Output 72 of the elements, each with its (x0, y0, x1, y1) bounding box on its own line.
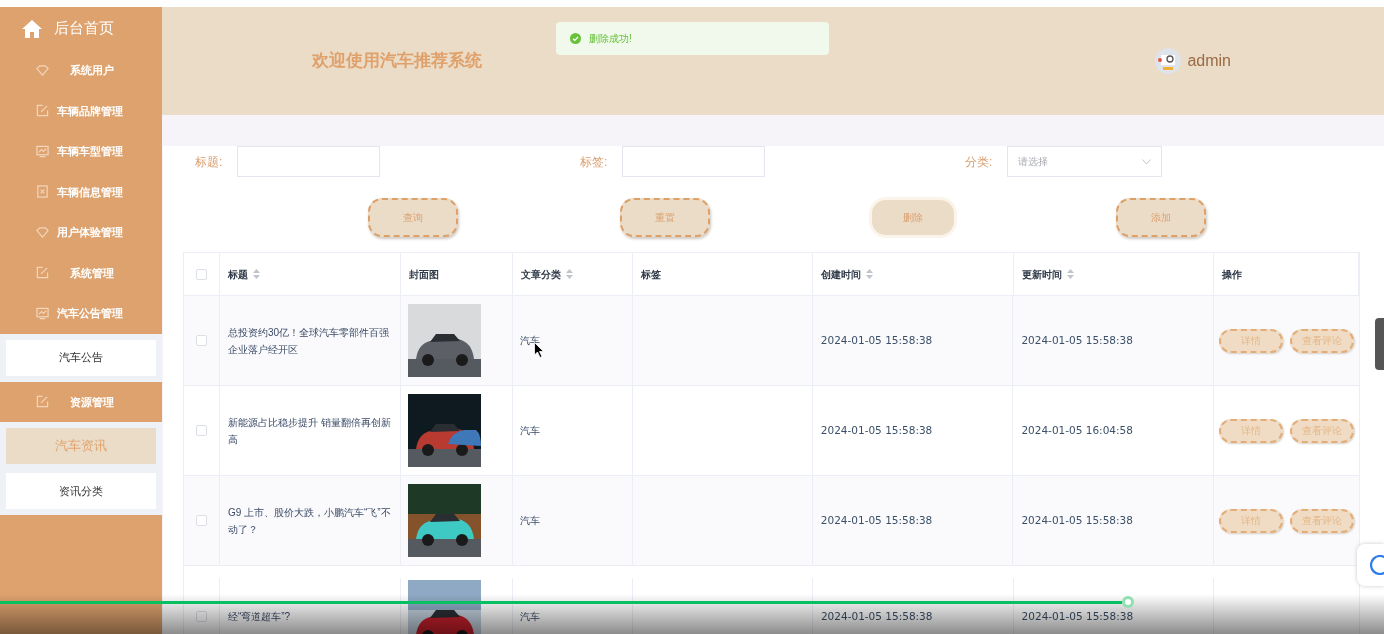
sidebar-item[interactable]: 资源管理 (0, 381, 162, 422)
action-button[interactable]: 重置 (620, 198, 710, 237)
table-cell-text: 汽车 (520, 424, 541, 438)
table-cell-text: 汽车 (520, 610, 541, 624)
table-cell-text: 汽车 (520, 334, 541, 348)
sidebar-item[interactable]: 系统用户 (0, 50, 162, 91)
table-cell-text: 2024-01-05 15:58:38 (1021, 608, 1134, 624)
table-cell-text: 2024-01-05 15:58:38 (820, 332, 933, 348)
chevron-down-icon (1142, 158, 1151, 165)
column-header: 创建时间 (820, 267, 861, 282)
table-cell-text: 新能源占比稳步提升 销量翻倍再创新高 (227, 415, 392, 447)
sidebar-item[interactable]: 车辆信息管理 (0, 171, 162, 212)
sidebar-item[interactable]: 系统管理 (0, 252, 162, 293)
table-cell-text: 经“弯道超车”? (227, 610, 291, 624)
column-header: 操作 (1222, 267, 1243, 282)
sidebar-item[interactable]: 车辆车型管理 (0, 131, 162, 172)
toast-message: 删除成功! (589, 32, 632, 46)
sidebar-item[interactable]: 用户体验管理 (0, 212, 162, 253)
page-title: 欢迎使用汽车推荐系统 (312, 50, 482, 73)
home-icon (22, 19, 42, 38)
sort-icon[interactable] (1066, 269, 1074, 279)
edit-icon (35, 395, 49, 409)
column-header: 标签 (641, 267, 662, 282)
table-cell-text: 2024-01-05 15:58:38 (1021, 332, 1133, 348)
floating-widget[interactable] (1357, 544, 1384, 586)
table-cell-text: 2024-01-05 15:58:38 (820, 512, 933, 528)
table-cell-text: 2024-01-05 15:58:38 (820, 422, 933, 438)
checkbox[interactable] (195, 425, 207, 436)
chart-icon (35, 306, 49, 320)
assistant-icon (1370, 555, 1384, 575)
submenu-item[interactable]: 资讯分类 (6, 473, 156, 509)
column-header: 标题 (227, 267, 248, 282)
diamond-icon (35, 225, 49, 239)
scroll-handle[interactable] (1375, 318, 1384, 370)
filter-label: 标签: (580, 153, 609, 171)
select-field[interactable]: 请选择 (1007, 146, 1162, 177)
sort-icon[interactable] (566, 269, 574, 279)
success-icon (570, 33, 581, 44)
table-cell-text: 总投资约30亿！全球汽车零部件百强企业落户经开区 (227, 325, 391, 357)
checkbox[interactable] (195, 335, 207, 346)
edit-icon (35, 104, 49, 118)
table-cell-text: 汽车 (520, 514, 541, 528)
submenu-item[interactable]: 汽车公告 (6, 339, 156, 376)
sidebar-item[interactable]: 汽车公告管理 (0, 293, 162, 334)
table-cell-text: G9 上市、股价大跌，小鹏汽车“飞”不动了？ (227, 505, 392, 537)
filter-label: 分类: (965, 153, 994, 171)
sidebar-item[interactable]: 车辆品牌管理 (0, 90, 162, 131)
chart-icon (35, 144, 49, 158)
avatar-icon[interactable] (1155, 48, 1182, 74)
filter-label: 标题: (195, 153, 224, 171)
text-field[interactable] (622, 146, 765, 177)
column-header: 封面图 (408, 267, 439, 282)
action-button[interactable]: 查询 (368, 198, 458, 237)
action-button[interactable]: 添加 (1116, 198, 1206, 237)
edit-icon (35, 266, 49, 280)
sort-icon[interactable] (252, 269, 260, 279)
user-name[interactable]: admin (1187, 49, 1231, 73)
sort-icon[interactable] (865, 269, 873, 279)
document-icon (35, 185, 49, 199)
sidebar-item[interactable]: 后台首页 (0, 7, 162, 50)
checkbox[interactable] (195, 611, 207, 622)
column-header: 更新时间 (1021, 267, 1062, 282)
menu-label: 后台首页 (54, 18, 114, 39)
submenu-item[interactable]: 汽车资讯 (6, 428, 156, 464)
table-cell-text: 2024-01-05 16:04:58 (1021, 422, 1133, 438)
table-cell-text: 2024-01-05 15:58:38 (1021, 512, 1133, 528)
column-header: 文章分类 (521, 267, 562, 282)
table-cell-text: 2024-01-05 15:58:38 (820, 608, 933, 624)
checkbox[interactable] (195, 268, 207, 280)
checkbox[interactable] (195, 515, 207, 526)
diamond-icon (35, 63, 49, 77)
text-field[interactable] (237, 146, 380, 177)
